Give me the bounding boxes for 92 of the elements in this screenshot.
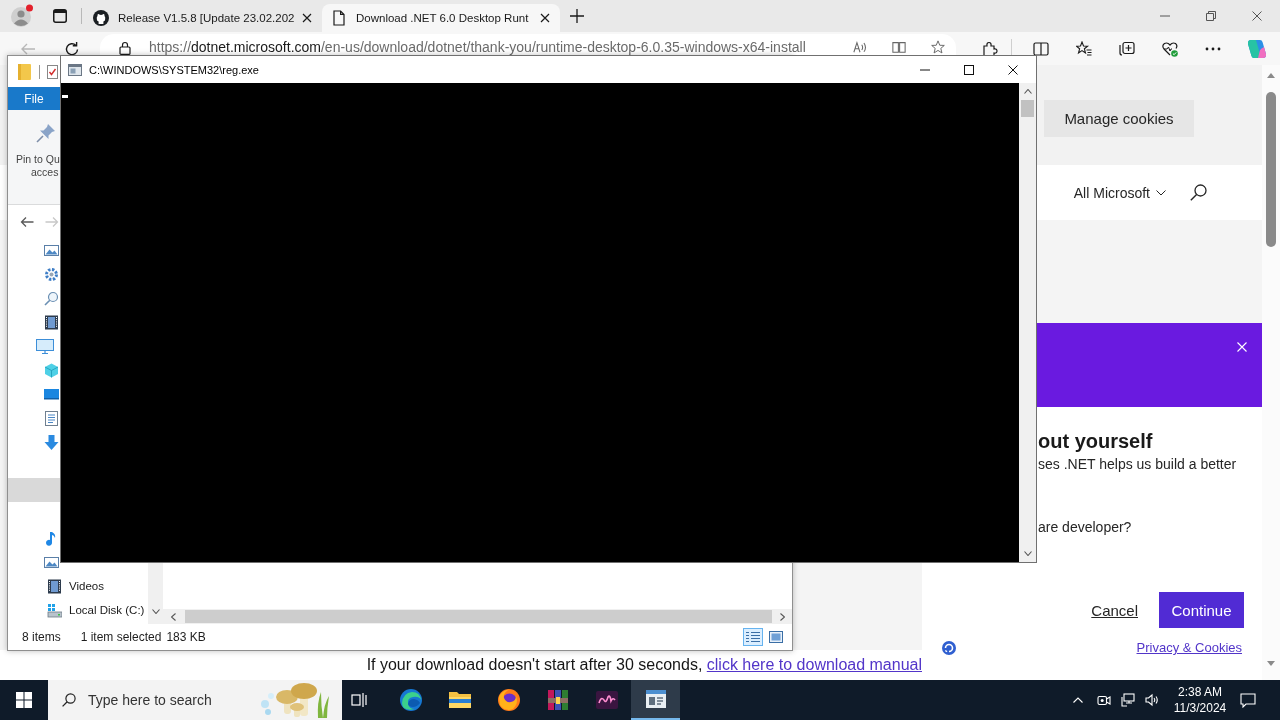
scrollbar-thumb[interactable] — [1266, 92, 1276, 247]
lock-icon[interactable] — [119, 41, 131, 55]
browser-tab[interactable]: Release V1.5.8 [Update 23.02.202 — [84, 4, 322, 32]
survey-question-text: are developer? — [1038, 518, 1133, 536]
scroll-up-icon[interactable] — [1023, 89, 1032, 94]
size-text: 183 KB — [166, 630, 206, 644]
window-app-icon — [643, 687, 668, 711]
document-icon — [44, 410, 59, 426]
puzzle-icon[interactable] — [982, 40, 998, 57]
continue-button[interactable]: Continue — [1159, 592, 1244, 628]
gear-icon — [44, 266, 59, 282]
book-icon[interactable] — [892, 40, 906, 54]
pin-to-quick-access-button[interactable]: Pin to Qu acces — [16, 123, 60, 179]
scrollbar-thumb[interactable] — [185, 610, 772, 623]
search-icon[interactable] — [1190, 184, 1207, 201]
read-aloud-icon[interactable] — [853, 40, 867, 54]
survey-intro-text: ses .NET helps us build a better — [1038, 455, 1238, 473]
item-count-text: 8 items — [22, 630, 61, 644]
folder-icon — [18, 63, 31, 80]
magnifier-icon — [44, 290, 59, 306]
swirl-icon — [942, 640, 956, 655]
privacy-cookies-link[interactable]: Privacy & Cookies — [1136, 640, 1242, 655]
tab-actions-icon[interactable] — [53, 9, 67, 23]
film-icon — [47, 578, 62, 594]
survey-heading: out yourself — [1038, 429, 1154, 453]
fox-logo-icon — [496, 688, 521, 712]
large-icons-icon — [769, 631, 783, 643]
search-icon — [62, 693, 76, 707]
nav-item[interactable]: Videos — [8, 574, 148, 598]
back-arrow-icon[interactable] — [20, 214, 34, 229]
star-icon[interactable] — [931, 40, 945, 54]
restore-icon[interactable] — [1206, 11, 1216, 21]
cube-icon — [44, 362, 59, 378]
console-icon — [68, 63, 82, 76]
plus-icon[interactable] — [570, 9, 584, 23]
download-arrow-icon — [44, 434, 59, 450]
chevron-down-icon — [1156, 189, 1166, 196]
network-icon[interactable] — [1121, 693, 1135, 707]
cancel-link[interactable]: Cancel — [1091, 601, 1138, 619]
start-icon[interactable] — [16, 692, 32, 708]
scroll-down-icon[interactable] — [151, 609, 160, 614]
details-view-button[interactable] — [743, 628, 763, 646]
wave-logo-icon — [398, 688, 423, 712]
camera-icon[interactable] — [1097, 693, 1111, 707]
page-icon — [331, 10, 347, 26]
refresh-icon[interactable] — [64, 40, 80, 57]
monitor-icon — [36, 338, 54, 354]
collections-icon[interactable] — [1119, 40, 1135, 57]
large-icons-view-button[interactable] — [766, 628, 786, 646]
app-tile-icon — [594, 688, 619, 712]
books-stack-icon — [545, 688, 570, 712]
ribbon-logo-icon[interactable] — [1247, 38, 1267, 59]
manage-cookies-button[interactable]: Manage cookies — [1044, 100, 1194, 137]
selection-text: 1 item selected — [80, 630, 162, 644]
scrollbar-thumb[interactable] — [1021, 100, 1034, 117]
profile-avatar-icon[interactable] — [10, 4, 34, 28]
film-icon — [44, 314, 59, 330]
window-title: C:\WINDOWS\SYSTEM32\reg.exe — [89, 63, 259, 76]
browser-tab[interactable]: Download .NET 6.0 Desktop Runt — [322, 4, 560, 32]
taskbar-app-button[interactable] — [631, 680, 680, 720]
close-icon[interactable] — [540, 13, 550, 23]
scroll-left-icon[interactable] — [171, 612, 176, 621]
desktop-icon — [44, 386, 59, 402]
search-field[interactable]: Type here to search — [48, 680, 258, 720]
split-screen-icon[interactable] — [1033, 40, 1049, 57]
nav-item[interactable]: Local Disk (C:) — [8, 598, 148, 622]
close-icon[interactable] — [302, 13, 312, 23]
file-tab[interactable]: File — [8, 87, 60, 110]
download-hint-text: If your download doesn't start after 30 seconds, click here to download manual — [366, 655, 922, 675]
heart-check-icon[interactable] — [1162, 40, 1178, 57]
checklist-icon[interactable] — [47, 64, 58, 79]
manual-download-link[interactable]: click here to download manual — [706, 656, 922, 673]
clock-date[interactable]: 11/3/2024 — [1173, 700, 1227, 716]
pin-icon — [36, 123, 56, 143]
scroll-down-icon[interactable] — [1023, 551, 1032, 556]
scroll-right-icon[interactable] — [780, 612, 785, 621]
notification-icon[interactable] — [1240, 692, 1256, 708]
all-microsoft-menu[interactable]: All Microsoft — [1073, 184, 1166, 201]
details-list-icon — [746, 631, 760, 643]
speaker-icon[interactable] — [1145, 693, 1159, 707]
address-field[interactable]: https://dotnet.microsoft.com/en-us/download/dotnet/thank-you/runtime-desktop-6.0.35-windows-x64-install — [100, 34, 956, 55]
round-logo-icon — [93, 10, 109, 26]
maximize-icon[interactable] — [964, 64, 974, 75]
scroll-up-icon[interactable] — [1267, 73, 1275, 78]
favorites-icon[interactable] — [1076, 40, 1092, 57]
close-icon[interactable] — [1252, 11, 1262, 21]
task-view-icon[interactable] — [351, 692, 367, 708]
scroll-down-icon[interactable] — [1267, 661, 1275, 666]
close-icon[interactable] — [1008, 64, 1018, 75]
caret-up-icon[interactable] — [1073, 697, 1083, 703]
clock-time[interactable]: 2:38 AM — [1178, 684, 1222, 700]
drive-icon — [47, 602, 62, 618]
